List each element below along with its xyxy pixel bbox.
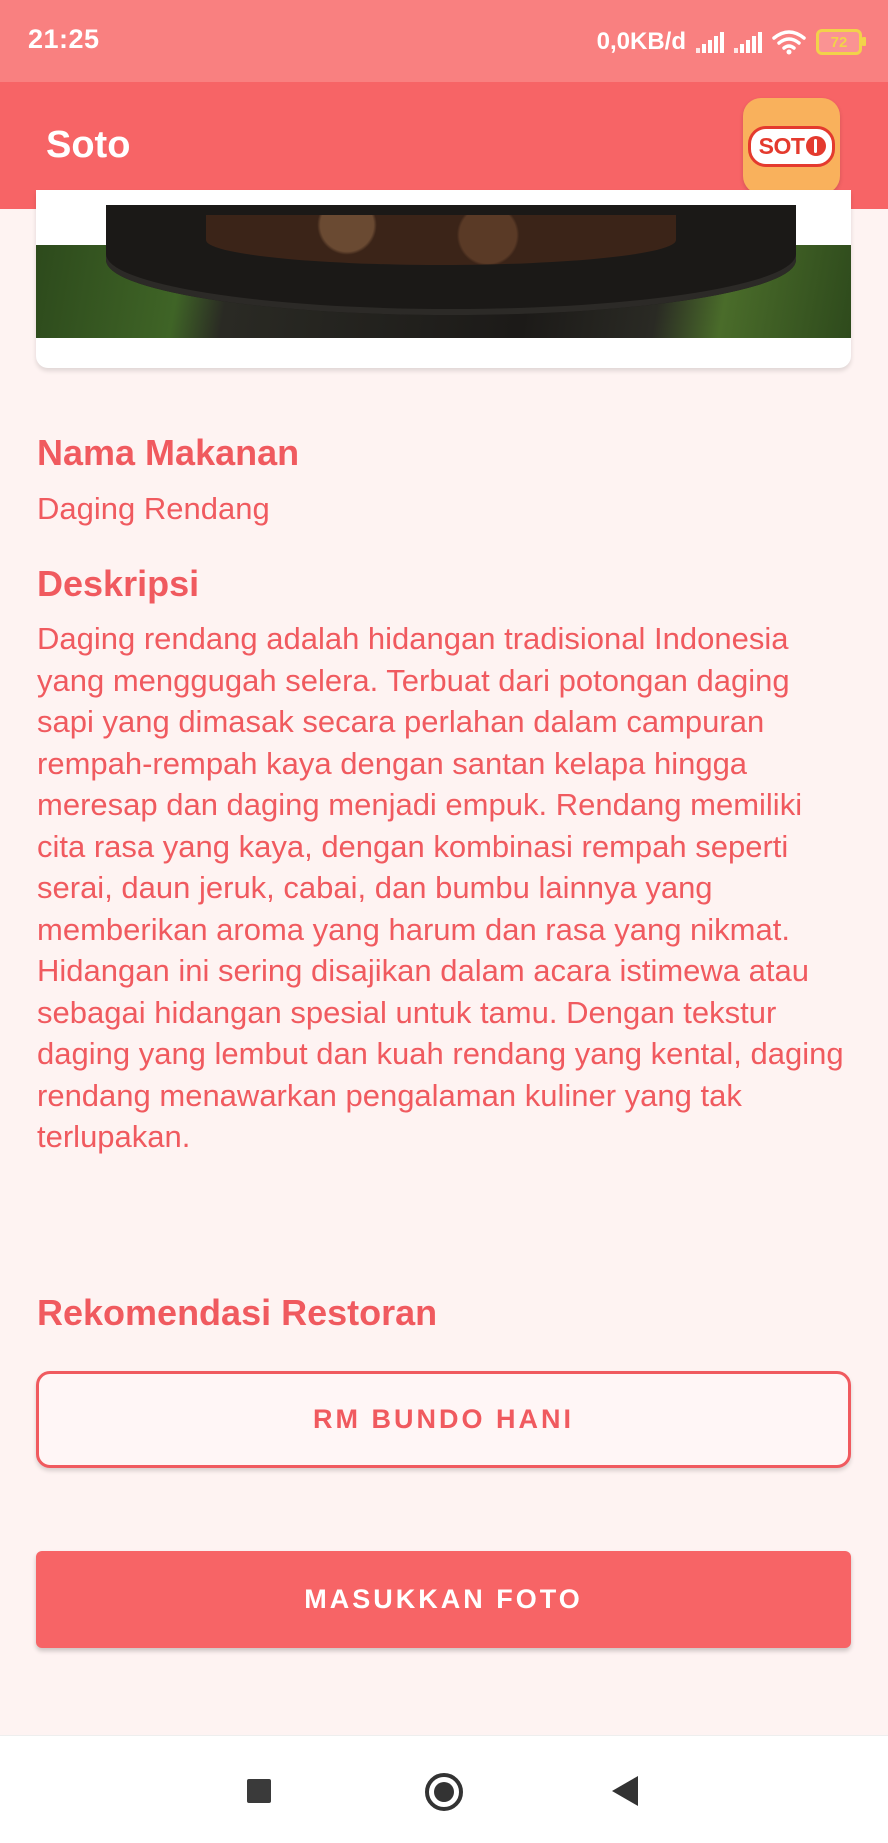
battery-icon: 72	[816, 29, 866, 55]
app-title: Soto	[46, 124, 131, 166]
signal-icon	[696, 31, 724, 53]
navigation-bar	[0, 1735, 888, 1843]
recommendation-label: Rekomendasi Restoran	[37, 1292, 438, 1333]
description-label: Deskripsi	[37, 563, 200, 604]
food-name-value: Daging Rendang	[37, 491, 270, 526]
recents-icon[interactable]	[247, 1779, 271, 1803]
signal-icon	[734, 31, 762, 53]
food-name-label: Nama Makanan	[37, 432, 300, 473]
logo-text: SOT	[758, 132, 805, 159]
logo-badge: SOT	[747, 125, 836, 167]
soto-logo-icon: SOT	[743, 98, 840, 194]
status-time: 21:25	[28, 24, 100, 54]
rendang-shape	[206, 215, 676, 265]
back-icon[interactable]	[612, 1776, 638, 1806]
food-image-card	[36, 190, 851, 368]
home-icon[interactable]	[425, 1773, 463, 1811]
restaurant-button[interactable]: RM BUNDO HANI	[36, 1371, 851, 1468]
wifi-icon	[772, 30, 806, 55]
status-indicators: 0,0KB/d 72	[596, 24, 866, 60]
food-image	[36, 205, 851, 338]
add-photo-button[interactable]: MASUKKAN FOTO	[36, 1551, 851, 1648]
bowl-icon	[806, 136, 827, 156]
status-bar: 21:25 0,0KB/d 72	[0, 0, 888, 82]
description-text: Daging rendang adalah hidangan tradision…	[37, 621, 844, 1154]
network-speed: 0,0KB/d	[596, 28, 686, 55]
battery-level: 72	[830, 33, 848, 51]
